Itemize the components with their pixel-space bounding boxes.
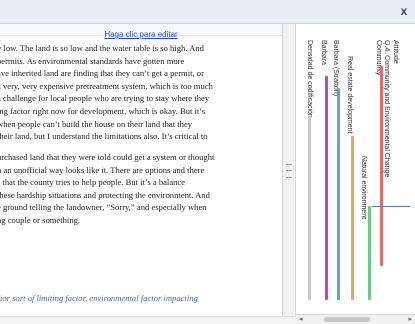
edit-banner: Haga clic para editar [0,24,282,39]
text-line: n an unofficial way looks like it. There… [0,164,205,175]
text-line: permits. As environmental standards have… [0,55,185,66]
scroll-right-icon[interactable]: ▸ [408,315,412,324]
text-line: urchased land that they were told could … [0,152,215,162]
code-stripe-community[interactable] [380,66,383,266]
coding-scrollbar[interactable]: ◂ ▸ [296,314,415,324]
density-bar[interactable] [308,116,311,300]
coding-density-label: Densidad de codificación [306,40,313,118]
text-line: y low. The land is so low and the water … [0,43,204,53]
text-line: a challenge for local people who are try… [0,93,210,104]
code-label-q4: Q.4. Community and Environmental Change [383,40,390,178]
text-line: e ground telling the landowner, “Sorry,”… [0,202,207,213]
code-stripe-barbara-stratton[interactable] [337,88,340,300]
scroll-left-icon[interactable]: ◂ [299,315,303,324]
code-stripe-natural-environment[interactable] [368,206,371,300]
text-line: a very, very expensive pretreatment syst… [0,80,213,91]
code-stripe-real-estate[interactable] [351,136,354,300]
code-label-real-estate: Real estate development [346,56,353,134]
code-label-attitude: Attitude [392,40,399,64]
text-line: when people can’t build the house on the… [0,118,193,129]
coding-stripes-panel: Densidad de codificación Barbara Barbara… [296,36,415,314]
text-line: these hardship situations and protecting… [0,189,210,200]
code-label-barbara: Barbara [320,40,327,65]
text-line: their land, but I understand the limitat… [0,131,208,142]
window-title-bar: x [0,0,415,24]
text-line: ng couple or something. [0,214,81,225]
paragraph-2: urchased land that they were told could … [0,151,282,227]
stripe-connector [372,206,410,207]
text-line: ing factor right now for development, wh… [0,105,206,116]
text-line: ave inherited land are finding that they… [0,68,204,79]
document-caption: ior sort of limiting factor, environment… [0,293,198,303]
document-bottom-bar [0,316,296,324]
close-icon[interactable]: x [397,4,411,18]
code-label-natural-environment: Natural environment [360,156,367,220]
document-scrollbar[interactable] [282,24,296,316]
paragraph-1: y low. The land is so low and the water … [0,42,282,143]
document-view[interactable]: y low. The land is so low and the water … [0,36,282,316]
code-stripe-barbara[interactable] [325,76,328,300]
splitter-grip-icon[interactable] [286,164,292,178]
scroll-thumb[interactable] [324,317,370,322]
text-line: s that the county tries to help people. … [0,177,186,188]
